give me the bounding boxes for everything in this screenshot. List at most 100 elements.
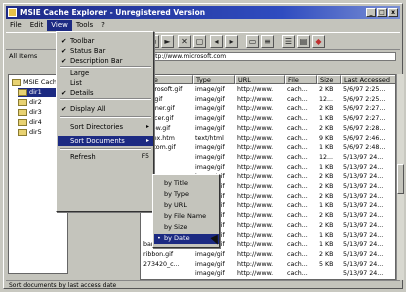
table-cell[interactable]: http://www. — [237, 260, 285, 269]
table-cell[interactable]: image/gif — [195, 124, 235, 133]
table-cell[interactable]: 2 KB — [319, 192, 341, 201]
table-cell[interactable] — [319, 269, 341, 278]
view-menu-item[interactable]: Sort Directories ▸ — [58, 122, 153, 132]
table-cell[interactable]: image/gif — [195, 163, 235, 172]
table-cell[interactable]: 5/13/97 24... — [343, 182, 395, 191]
table-cell[interactable]: 5/6/97 2:25... — [343, 95, 395, 104]
table-cell[interactable]: image/gif — [195, 269, 235, 278]
view-menu-item[interactable]: Refresh F5 — [58, 152, 153, 162]
column-header-last-accessed[interactable]: Last Accessed — [341, 75, 395, 84]
table-cell[interactable]: http://www. — [237, 201, 285, 210]
view-menu-item[interactable]: ✔ Toolbar — [58, 36, 153, 46]
left-icon[interactable]: ◂ — [210, 35, 223, 48]
column-header-url[interactable]: URL — [235, 75, 285, 84]
table-cell[interactable]: 273420_c... — [143, 260, 193, 269]
table-cell[interactable]: 5/13/97 24... — [343, 269, 395, 278]
table-cell[interactable] — [143, 269, 193, 278]
table-cell[interactable]: 5/13/97 24... — [343, 172, 395, 181]
table-cell[interactable]: cach... — [287, 250, 317, 259]
sort-option[interactable]: by URL — [154, 201, 219, 211]
table-cell[interactable]: cach... — [287, 260, 317, 269]
view-menu-item[interactable]: ✔ Status Bar — [58, 46, 153, 56]
column-header-type[interactable]: Type — [193, 75, 235, 84]
table-cell[interactable]: cach... — [287, 240, 317, 249]
menu-view[interactable]: View — [47, 20, 72, 31]
table-cell[interactable]: http://www. — [237, 153, 285, 162]
delete-icon[interactable]: ✕ — [178, 35, 191, 48]
sort-option[interactable]: by File Name — [154, 212, 219, 222]
color-icon[interactable]: ▤ — [297, 35, 310, 48]
table-cell[interactable]: cach... — [287, 104, 317, 113]
table-cell[interactable]: 5/13/97 24... — [343, 250, 395, 259]
table-cell[interactable]: 5/6/97 2:25... — [343, 85, 395, 94]
table-cell[interactable]: text/html — [195, 134, 235, 143]
table-cell[interactable]: 2 KB — [319, 172, 341, 181]
table-cell[interactable]: 2 KB — [319, 221, 341, 230]
table-cell[interactable]: image/gif — [195, 104, 235, 113]
palette-icon[interactable]: ◆ — [312, 35, 325, 48]
table-cell[interactable]: http://www. — [237, 231, 285, 240]
table-cell[interactable]: cach... — [287, 95, 317, 104]
table-cell[interactable]: 5/13/97 24... — [343, 192, 395, 201]
table-cell[interactable]: cach... — [287, 192, 317, 201]
table-cell[interactable]: 5/6/97 2:28... — [343, 124, 395, 133]
view-menu-item[interactable]: ✔ Description Bar — [58, 56, 153, 66]
table-cell[interactable]: 5/13/97 24... — [343, 231, 395, 240]
table-cell[interactable]: 1 KB — [319, 163, 341, 172]
view-list-icon[interactable]: ≡ — [261, 35, 274, 48]
address-field[interactable]: http://www.microsoft.com — [146, 52, 396, 61]
table-cell[interactable]: 5/6/97 2:48... — [343, 143, 395, 152]
table-cell[interactable]: 1 KB — [319, 114, 341, 123]
copy-icon[interactable]: ▢ — [193, 35, 206, 48]
sort-option[interactable]: by Size — [154, 223, 219, 233]
table-cell[interactable]: 1 KB — [319, 231, 341, 240]
table-cell[interactable]: 1 KB — [319, 143, 341, 152]
table-cell[interactable]: http://www. — [237, 163, 285, 172]
view-details-icon[interactable]: ☰ — [282, 35, 295, 48]
menu-file[interactable]: File — [6, 20, 26, 31]
table-cell[interactable]: ribbon.gif — [143, 250, 193, 259]
view-menu-item[interactable]: ✔ Display All — [58, 104, 153, 114]
table-cell[interactable]: 5/13/97 24... — [343, 211, 395, 220]
table-cell[interactable]: cach... — [287, 211, 317, 220]
menu-edit[interactable]: Edit — [26, 20, 48, 31]
table-cell[interactable]: http://www. — [237, 172, 285, 181]
table-cell[interactable]: image/gif — [195, 143, 235, 152]
table-cell[interactable]: cach... — [287, 143, 317, 152]
view-menu-item[interactable]: Large — [58, 68, 153, 78]
minimize-button[interactable]: _ — [366, 8, 376, 17]
table-cell[interactable]: http://www. — [237, 240, 285, 249]
table-cell[interactable]: http://www. — [237, 221, 285, 230]
table-cell[interactable]: image/gif — [195, 114, 235, 123]
sort-option[interactable]: by Title — [154, 179, 219, 189]
table-cell[interactable]: 2 KB — [319, 211, 341, 220]
table-cell[interactable]: 2 KB — [319, 182, 341, 191]
table-cell[interactable]: cach... — [287, 153, 317, 162]
table-cell[interactable]: 2 KB — [319, 104, 341, 113]
column-header-size[interactable]: Size — [317, 75, 341, 84]
table-cell[interactable]: cach... — [287, 134, 317, 143]
table-cell[interactable]: image/gif — [195, 260, 235, 269]
sort-option[interactable]: by Type — [154, 190, 219, 200]
table-cell[interactable]: 5/13/97 24... — [343, 163, 395, 172]
tree-item[interactable]: dir4 — [18, 118, 42, 127]
table-cell[interactable]: http://www. — [237, 269, 285, 278]
table-cell[interactable]: image/gif — [195, 95, 235, 104]
table-cell[interactable]: http://www. — [237, 192, 285, 201]
table-cell[interactable]: 9 KB — [319, 134, 341, 143]
table-cell[interactable]: image/gif — [195, 250, 235, 259]
tree-item[interactable]: dir3 — [18, 108, 42, 117]
view-menu-item[interactable]: ✔ Details — [58, 88, 153, 98]
table-cell[interactable]: 5/13/97 24... — [343, 201, 395, 210]
menu-help[interactable]: ? — [97, 20, 109, 31]
table-cell[interactable]: cach... — [287, 172, 317, 181]
table-cell[interactable]: cach... — [287, 201, 317, 210]
menu-tools[interactable]: Tools — [72, 20, 97, 31]
table-cell[interactable]: http://www. — [237, 95, 285, 104]
table-cell[interactable]: cach... — [287, 231, 317, 240]
tree-item[interactable]: dir5 — [18, 128, 42, 137]
table-cell[interactable]: 5/13/97 24... — [343, 260, 395, 269]
table-cell[interactable]: http://www. — [237, 211, 285, 220]
table-cell[interactable]: http://www. — [237, 250, 285, 259]
table-cell[interactable]: cach... — [287, 269, 317, 278]
